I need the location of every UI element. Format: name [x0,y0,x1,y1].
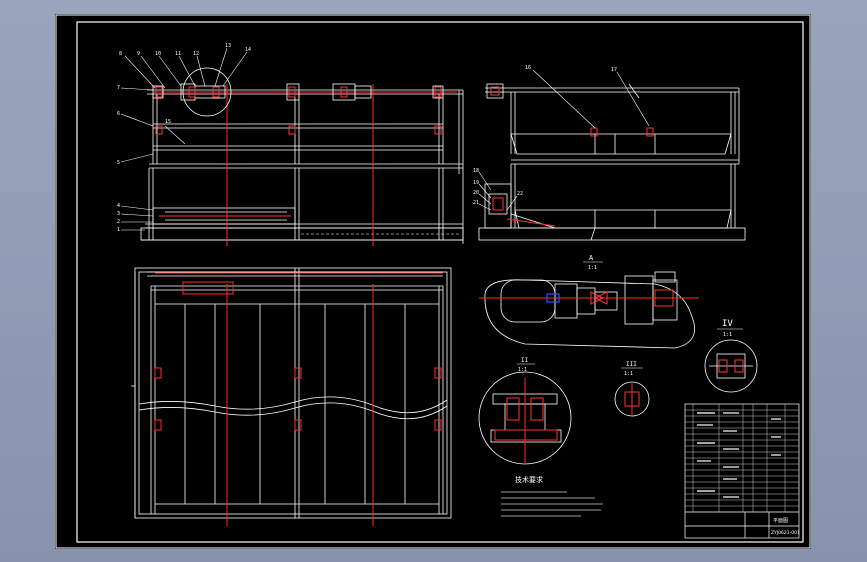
callout-14: 14 [245,47,251,53]
callout-19: 19 [473,180,479,186]
bom-table [685,404,799,512]
callout-16: 16 [525,65,531,71]
callout-12: 12 [193,51,199,57]
callout-2: 2 [117,219,120,225]
callout-17: 17 [611,67,617,73]
callout-21: 21 [473,200,479,206]
detail-iii-red [624,382,640,416]
callout-11: 11 [175,51,181,57]
section-a-label: A [589,254,594,262]
detail-ii-label: II [521,357,529,364]
detail-iv-scale: 1:1 [723,332,732,338]
callout-20: 20 [473,190,479,196]
detail-iv-label: IV [722,319,733,329]
callouts-left [120,47,248,231]
callout-9: 9 [137,51,140,57]
drawing-sheet[interactable]: 8 9 10 11 12 13 14 7 6 15 5 4 3 2 1 16 1… [55,14,811,549]
callout-15: 15 [165,119,171,125]
bom-text-marks [697,412,781,498]
section-a-scale: 1:1 [588,265,597,271]
callout-3: 3 [117,211,120,217]
callouts-right [478,69,650,211]
callout-13: 13 [225,43,231,49]
tech-req-title: 技术要求 [515,475,543,484]
plan-view [131,267,452,519]
detail-iii-scale: 1:1 [624,371,633,377]
callout-8: 8 [119,51,122,57]
detail-ii [490,393,562,443]
detail-ii-scale: 1:1 [518,367,527,373]
callout-6: 6 [117,111,120,117]
detail-iv [709,353,753,379]
callout-22: 22 [517,191,523,197]
callout-4: 4 [117,203,120,209]
front-center-lines [226,84,374,246]
detail-ii-red [494,378,558,464]
detail-iii-label: III [626,361,637,368]
callout-labels-left: 8 9 10 11 12 13 14 7 6 15 5 4 3 2 1 [117,43,251,233]
side-view [478,83,746,241]
callout-18: 18 [473,168,479,174]
drawing-code: ZYJ0621-001 [771,530,800,536]
drawing-canvas: 8 9 10 11 12 13 14 7 6 15 5 4 3 2 1 16 1… [55,14,811,549]
section-a [484,271,695,349]
callout-10: 10 [155,51,161,57]
callout-1: 1 [117,227,120,233]
front-red-markers [155,86,442,217]
callout-7: 7 [117,85,120,91]
cad-viewport[interactable]: 8 9 10 11 12 13 14 7 6 15 5 4 3 2 1 16 1… [0,0,867,562]
drawing-name: 平面图 [773,518,788,524]
tech-req-lines [501,491,603,517]
callout-5: 5 [117,160,120,166]
